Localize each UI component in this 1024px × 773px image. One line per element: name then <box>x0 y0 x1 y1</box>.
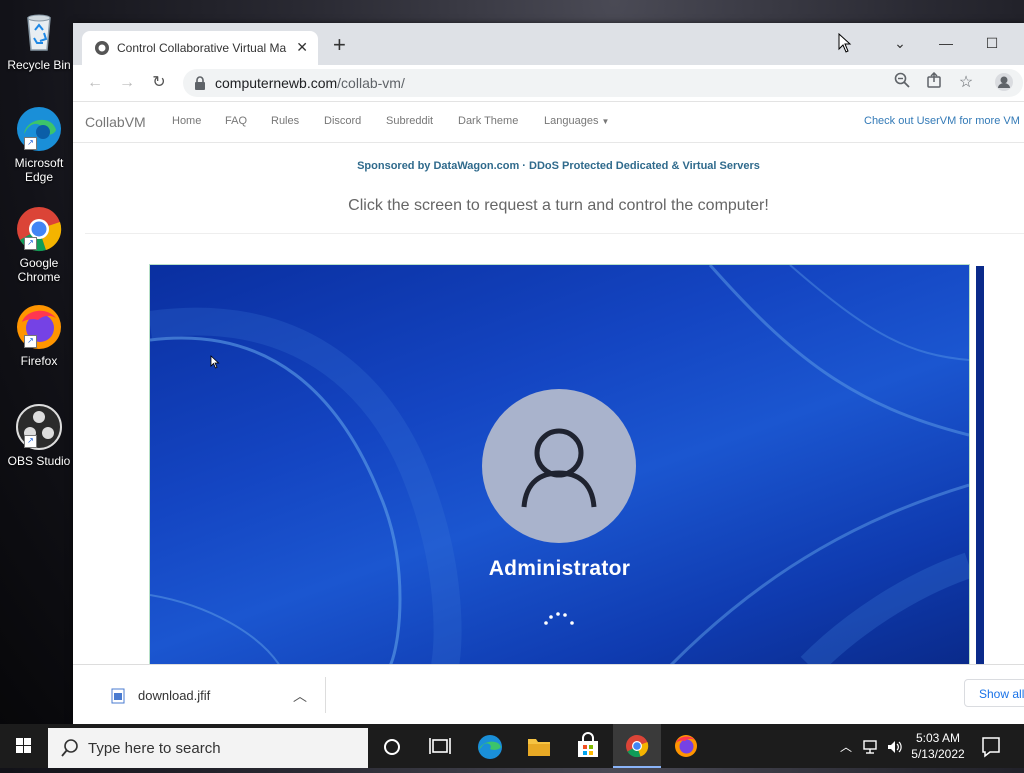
taskbar-store[interactable] <box>564 724 612 768</box>
shortcut-arrow-icon: ↗ <box>24 435 37 448</box>
desktop-icon-firefox[interactable]: ↗ Firefox <box>4 304 74 368</box>
site-navbar: CollabVM Home FAQ Rules Discord Subreddi… <box>73 102 1024 143</box>
new-tab-button[interactable]: + <box>333 34 346 56</box>
nav-subreddit[interactable]: Subreddit <box>386 115 433 127</box>
desktop-icon-obs[interactable]: ↗ OBS Studio <box>4 404 74 468</box>
volume-icon[interactable] <box>886 739 904 755</box>
taskbar-search-box[interactable]: Type here to search <box>48 728 368 768</box>
lock-icon <box>195 76 205 90</box>
tab-strip: Control Collaborative Virtual Ma ✕ + ⌄ —… <box>73 23 1024 65</box>
desktop-icon-label: OBS Studio <box>7 454 71 468</box>
image-file-icon <box>111 688 125 704</box>
desktop-icon-edge[interactable]: ↗ Microsoft Edge <box>4 106 74 184</box>
action-center-button[interactable] <box>968 724 1014 768</box>
reload-button[interactable]: ↻ <box>147 71 171 95</box>
task-view-icon <box>429 738 451 754</box>
edge-icon: ↗ <box>16 106 62 152</box>
share-icon[interactable] <box>923 71 945 94</box>
start-button[interactable] <box>0 724 48 768</box>
forward-button[interactable]: → <box>115 71 139 95</box>
nav-languages-dropdown[interactable]: Languages ▼ <box>544 115 609 127</box>
tab-collabvm[interactable]: Control Collaborative Virtual Ma ✕ <box>82 31 318 65</box>
firefox-icon <box>675 735 697 757</box>
download-filename: download.jfif <box>138 688 211 703</box>
desktop-icon-label: Google Chrome <box>17 256 61 284</box>
chrome-icon <box>626 735 649 758</box>
clock-date: 5/13/2022 <box>911 747 965 761</box>
network-icon[interactable] <box>862 739 880 755</box>
tab-search-chevron-icon[interactable]: ⌄ <box>880 29 920 57</box>
search-placeholder: Type here to search <box>88 740 221 757</box>
loading-spinner-icon <box>544 612 574 625</box>
uservm-link[interactable]: Check out UserVM for more VM <box>864 115 1020 127</box>
windows-logo-icon <box>16 738 31 753</box>
task-view-button[interactable] <box>416 724 464 768</box>
maximize-button[interactable]: ☐ <box>972 29 1012 57</box>
chrome-icon: ↗ <box>16 206 62 252</box>
desktop-icon-label: Firefox <box>20 354 58 368</box>
collabvm-favicon-icon <box>94 40 110 56</box>
vm-username: Administrator <box>488 557 631 580</box>
tab-title: Control Collaborative Virtual Ma <box>117 41 287 55</box>
user-avatar-icon <box>482 389 636 543</box>
shortcut-arrow-icon: ↗ <box>24 335 37 348</box>
folder-icon <box>528 739 550 756</box>
edge-icon <box>478 735 502 759</box>
nav-home[interactable]: Home <box>172 115 201 127</box>
cortana-button[interactable] <box>368 724 416 768</box>
download-bar: download.jfif ︿ Show all <box>73 664 1024 725</box>
vm-screen[interactable]: Administrator <box>149 264 970 664</box>
nav-rules[interactable]: Rules <box>271 115 299 127</box>
clock-time: 5:03 AM <box>915 731 961 745</box>
vm-screen-edge <box>976 266 984 664</box>
obs-icon: ↗ <box>16 404 62 450</box>
back-button[interactable]: ← <box>83 71 107 95</box>
site-brand-link[interactable]: CollabVM <box>85 114 146 130</box>
profile-avatar[interactable] <box>993 72 1015 94</box>
taskbar-file-explorer[interactable] <box>515 724 563 768</box>
chevron-up-icon[interactable]: ︿ <box>293 686 307 706</box>
firefox-icon: ↗ <box>16 304 62 350</box>
address-bar[interactable]: computernewb.com/collab-vm/ ☆ <box>183 69 1023 97</box>
minimize-button[interactable]: — <box>926 29 966 57</box>
show-hidden-icons-chevron-icon[interactable]: ︿ <box>840 738 852 755</box>
desktop-icon-label: Microsoft Edge <box>14 156 64 184</box>
show-all-downloads-button[interactable]: Show all <box>964 679 1024 707</box>
tab-close-icon[interactable]: ✕ <box>296 39 308 56</box>
taskbar-edge[interactable] <box>466 724 514 768</box>
nav-dark-theme[interactable]: Dark Theme <box>458 115 518 127</box>
desktop-icon-recycle-bin[interactable]: Recycle Bin <box>4 8 74 72</box>
browser-toolbar: ← → ↻ computernewb.com/collab-vm/ ☆ <box>73 65 1024 102</box>
taskbar: Type here to search ︿ 5:03 AM 5/13/2022 <box>0 724 1024 768</box>
taskbar-clock[interactable]: 5:03 AM 5/13/2022 <box>908 730 968 762</box>
cortana-circle-icon <box>384 739 400 755</box>
notification-icon <box>982 737 1000 758</box>
web-page: CollabVM Home FAQ Rules Discord Subreddi… <box>73 102 1024 664</box>
shortcut-arrow-icon: ↗ <box>24 137 37 150</box>
desktop-icon-label: Recycle Bin <box>7 58 71 72</box>
browser-window: Control Collaborative Virtual Ma ✕ + ⌄ —… <box>73 23 1024 725</box>
nav-faq[interactable]: FAQ <box>225 115 247 127</box>
bookmark-star-icon[interactable]: ☆ <box>955 72 977 94</box>
download-item[interactable]: download.jfif ︿ <box>95 677 326 713</box>
taskbar-chrome[interactable] <box>613 724 661 768</box>
taskbar-firefox[interactable] <box>662 724 710 768</box>
nav-discord[interactable]: Discord <box>324 115 361 127</box>
vm-mouse-cursor-icon <box>210 355 220 369</box>
divider <box>85 233 1024 234</box>
recycle-bin-icon <box>16 8 62 54</box>
zoom-icon[interactable] <box>891 72 913 94</box>
search-icon <box>61 739 78 757</box>
store-bag-icon <box>578 732 598 757</box>
mouse-cursor-icon <box>838 33 852 53</box>
turn-instruction: Click the screen to request a turn and c… <box>348 197 769 214</box>
caret-down-icon: ▼ <box>601 117 610 126</box>
url-text: computernewb.com/collab-vm/ <box>215 75 405 91</box>
shortcut-arrow-icon: ↗ <box>24 237 37 250</box>
sponsor-link[interactable]: Sponsored by DataWagon.com · DDoS Protec… <box>73 160 1024 172</box>
desktop-icon-chrome[interactable]: ↗ Google Chrome <box>4 206 74 284</box>
